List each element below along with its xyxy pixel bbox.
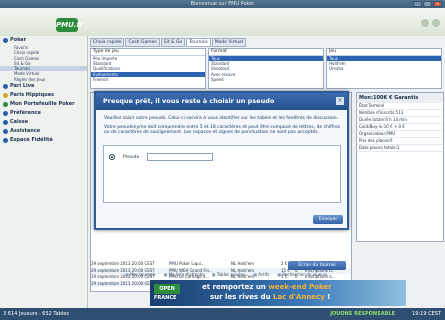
sidebar-section-label: Pari Live <box>10 83 35 90</box>
filter-column: Format Tous Standard Shootout Avec recave Spe… <box>208 48 324 89</box>
tab-cash-games[interactable]: Cash Games <box>125 38 160 47</box>
info-line: Date places totale:1 <box>357 145 443 152</box>
player-count: 3 614 Joueurs <box>3 311 38 317</box>
sidebar-section-label: Assistance <box>10 128 41 135</box>
banner-line1: et remportez un week-end Poker <box>202 283 332 291</box>
pseudo-label: Pseudo : <box>123 155 143 160</box>
filter-columns: Type de jeu Peu importe Standard Qualificat… <box>90 48 442 89</box>
responsible-gaming: JOUONS RESPONSABLE <box>330 311 395 317</box>
sidebar-section-2[interactable]: Paris Hippiques <box>0 91 87 100</box>
help-icon[interactable] <box>421 19 429 27</box>
window-controls: _ □ × <box>413 1 442 7</box>
section-icon <box>3 138 8 144</box>
filter-option[interactable]: Omaha <box>327 66 441 71</box>
banner-brand: OPEN <box>154 284 180 294</box>
section-icon <box>3 120 8 126</box>
info-title: Mon:100K € Garantis <box>357 93 443 103</box>
app-header: PMU.fr <box>0 8 445 36</box>
sidebar-section-label: Mon Portefeuille Poker <box>10 101 75 108</box>
lobby-tabs: Choix rapide Cash Games Sit & Go Tournoi… <box>90 38 247 47</box>
instructions-line1: Veuillez saisir votre pseudo. Celui-ci s… <box>104 116 339 121</box>
info-line: Coût/Buy-in:10 € + 0 € <box>357 124 443 131</box>
filter-option[interactable]: Speed <box>209 77 323 82</box>
tournament-info-panel: Mon:100K € Garantis État:Terminé Nombre d… <box>356 92 444 242</box>
sidebar-section-label: Espace Fidélité <box>10 137 53 144</box>
banner-country: FRANCE <box>154 295 177 301</box>
filter-checkbox[interactable]: Mes tournois <box>125 272 156 277</box>
window-titlebar: Bienvenue sur PMU Poker _ □ × <box>0 0 445 8</box>
tournament-screen-button[interactable]: Écran du tournoi <box>288 261 346 270</box>
sidebar-section-0[interactable]: Poker <box>0 36 87 45</box>
sidebar-section-1[interactable]: Pari Live <box>0 82 87 91</box>
section-icon <box>3 38 8 43</box>
section-icon <box>3 102 8 108</box>
tab-sit-go[interactable]: Sit & Go <box>160 38 186 47</box>
minimize-button[interactable]: _ <box>413 1 422 7</box>
filter-checkbox[interactable]: Rechercher de joueurs <box>277 272 327 277</box>
tab-mode-virtuel[interactable]: Mode Virtuel <box>211 38 247 47</box>
filter-header: Jeu <box>327 49 441 56</box>
table-cell: 29 septembre 2013 20:00 CEST <box>91 261 155 266</box>
tab-tournois[interactable]: Tournois <box>186 38 211 47</box>
info-line: Organisateur:PMU <box>357 131 443 138</box>
filter-option[interactable]: Freeroll <box>91 77 205 82</box>
sidebar-section-label: Paris Hippiques <box>10 92 55 99</box>
instructions-line2: Votre pseudonyme doit comprendre entre 5… <box>104 124 341 136</box>
sidebar-section-6[interactable]: Assistance <box>0 127 87 136</box>
info-line: Durée totale:6 h 14 min <box>357 117 443 124</box>
filter-checkbox[interactable]: Ma liste d'attente <box>164 272 204 277</box>
pmu-logo: PMU.fr <box>56 18 83 32</box>
sidebar-section-3[interactable]: Mon Portefeuille Poker <box>0 100 87 109</box>
info-line: Nombre d'inscrits:513 <box>357 110 443 117</box>
sidebar-section-label: Préférence <box>10 110 41 117</box>
sidebar-section-label: Poker <box>10 37 27 43</box>
close-icon[interactable]: × <box>336 97 344 105</box>
maximize-button[interactable]: □ <box>423 1 432 7</box>
sidebar: Poker Favoris Choix rapide Cash Games Sit & … <box>0 36 88 308</box>
promo-banner[interactable]: OPEN FRANCE et remportez un week-end Pok… <box>150 280 406 306</box>
sidebar-section-5[interactable]: Caisse <box>0 118 87 127</box>
filter-column: Type de jeu Peu importe Standard Qualificat… <box>90 48 206 89</box>
header-icons <box>421 19 440 27</box>
info-line: Prix des places:€ <box>357 138 443 145</box>
pseudo-dialog: Presque prêt, il vous reste à choisir un… <box>94 91 349 230</box>
filter-checkbox[interactable]: Actifs <box>253 272 269 277</box>
sidebar-section-4[interactable]: Préférence <box>0 109 87 118</box>
dialog-instructions: Veuillez saisir votre pseudo. Celui-ci s… <box>104 116 342 139</box>
filter-header: Format <box>209 49 323 56</box>
clock: 19:19 CEST <box>412 311 441 317</box>
filter-column: Jeu Tous Hold'em Omaha <box>326 48 442 89</box>
table-cell: PMU Poker Liqui... <box>169 261 205 266</box>
info-line: État:Terminé <box>357 103 443 110</box>
banner-line2: sur les rives du Lac d'Annecy ! <box>210 293 331 301</box>
dialog-title: Presque prêt, il vous reste à choisir un… <box>96 93 347 110</box>
table-cell: NL Hold'em <box>231 261 255 266</box>
section-icon <box>3 129 8 135</box>
close-window-button[interactable]: × <box>433 1 442 7</box>
table-count: 652 Tables <box>42 311 69 317</box>
sidebar-section-7[interactable]: Espace Fidélité <box>0 136 87 145</box>
sidebar-section-label: Caisse <box>10 119 29 126</box>
pseudo-input[interactable] <box>147 153 213 161</box>
send-button[interactable]: Envoyer <box>313 215 343 224</box>
window-title: Bienvenue sur PMU Poker <box>190 1 255 7</box>
pseudo-form: Pseudo : <box>103 145 341 203</box>
filter-header: Type de jeu <box>91 49 205 56</box>
status-bar: 3 614 Joueurs · 652 Tables JOUONS RESPON… <box>0 308 445 320</box>
tab-choix-rapide[interactable]: Choix rapide <box>90 38 125 47</box>
section-icon <box>3 93 8 99</box>
sound-icon[interactable] <box>432 19 440 27</box>
pseudo-radio[interactable] <box>109 154 115 160</box>
section-icon <box>3 84 8 90</box>
filter-checkbox[interactable]: Tables privées <box>212 272 245 277</box>
lobby-checkboxes: Mes tournois Ma liste d'attente Tables pri… <box>125 272 327 277</box>
section-icon <box>3 111 8 117</box>
